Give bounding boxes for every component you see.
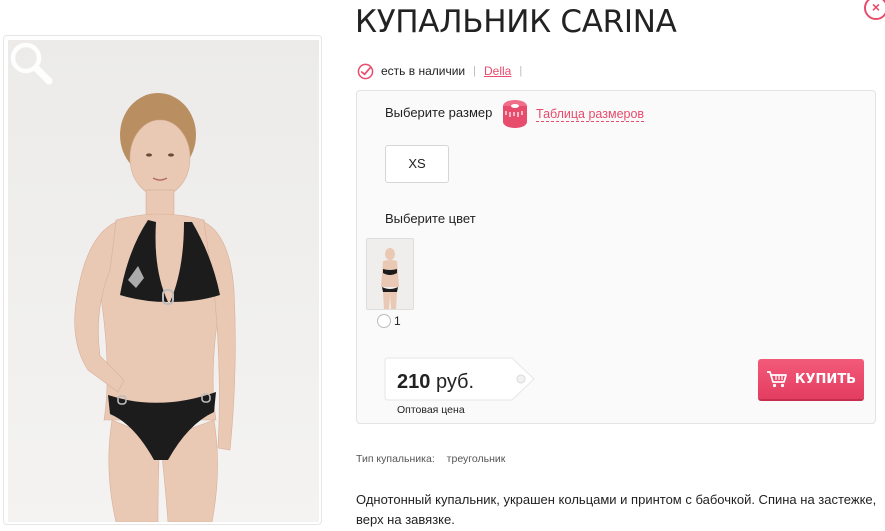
attribute-name: Тип купальника: xyxy=(356,453,435,465)
buy-button[interactable]: КУПИТЬ xyxy=(758,359,864,399)
price: 210 руб. xyxy=(397,371,474,394)
availability-status: есть в наличии xyxy=(381,64,466,78)
product-title: КУПАЛЬНИК CARINA xyxy=(355,4,677,40)
color-label: Выберите цвет xyxy=(385,211,476,226)
product-photo[interactable] xyxy=(3,35,322,525)
price-currency: руб. xyxy=(435,371,475,393)
size-table-label: Таблица размеров xyxy=(536,106,645,122)
close-icon[interactable]: × xyxy=(864,0,885,20)
cart-icon xyxy=(766,371,787,388)
separator: | xyxy=(473,65,476,77)
price-caption: Оптовая цена xyxy=(397,404,465,416)
swatch-thumbnail xyxy=(367,239,413,309)
zoom-icon[interactable] xyxy=(8,40,54,86)
size-label: Выберите размер xyxy=(385,105,493,120)
size-table-link[interactable]: Таблица размеров xyxy=(502,99,645,129)
availability-row: есть в наличии | Della | xyxy=(357,62,530,80)
attribute-value: треугольник xyxy=(446,453,506,465)
separator: | xyxy=(519,65,523,77)
attribute-row: Тип купальника: треугольник xyxy=(356,453,505,465)
product-image xyxy=(8,40,319,522)
check-circle-icon xyxy=(357,63,374,79)
color-radio-label: 1 xyxy=(394,314,401,328)
options-panel: Выберите размер Таблица размеров XS Выбе… xyxy=(356,90,876,424)
color-radio-row[interactable]: 1 xyxy=(377,314,401,328)
color-swatch[interactable] xyxy=(366,238,414,310)
buy-button-label: КУПИТЬ xyxy=(794,371,857,387)
size-option-xs[interactable]: XS xyxy=(385,145,449,183)
brand-link[interactable]: Della xyxy=(484,64,511,78)
price-amount: 210 xyxy=(397,371,431,393)
color-radio[interactable] xyxy=(377,314,391,328)
measuring-tape-icon xyxy=(503,100,527,128)
product-description: Однотонный купальник, украшен кольцами и… xyxy=(356,492,877,527)
